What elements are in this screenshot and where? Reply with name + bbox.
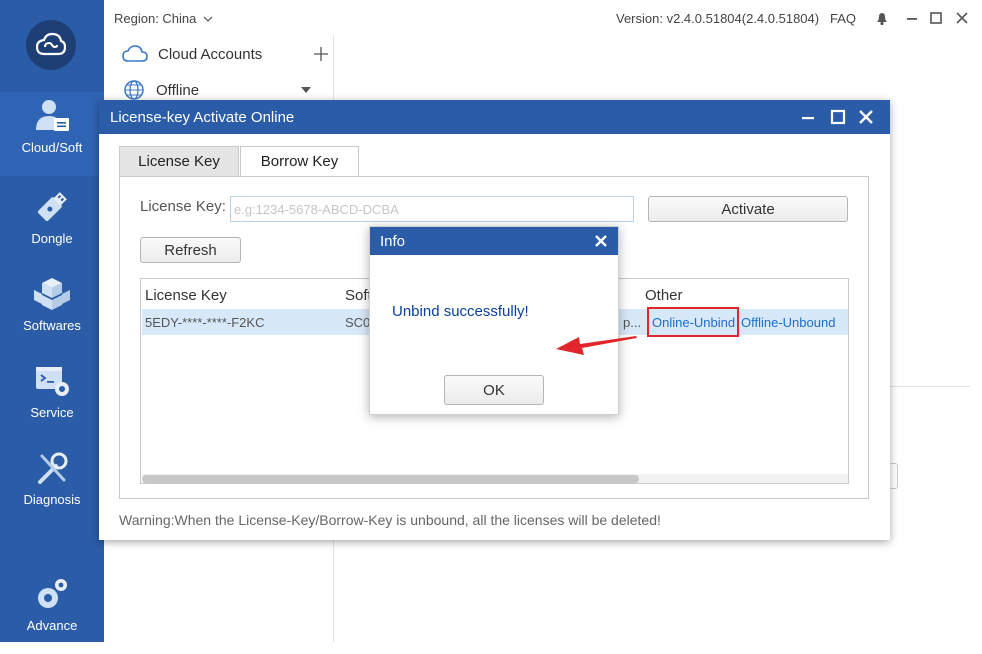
column-header-other: Other xyxy=(645,287,683,304)
cell-truncated: p... xyxy=(623,315,642,330)
bell-icon[interactable] xyxy=(874,10,890,26)
maximize-icon[interactable] xyxy=(829,108,847,126)
app-logo xyxy=(26,20,76,70)
nav-label: Softwares xyxy=(23,318,81,333)
dialog-title: License-key Activate Online xyxy=(110,109,295,126)
cell-soft: SC0 xyxy=(345,315,371,330)
region-selector[interactable]: Region: China xyxy=(114,11,213,26)
chevron-down-icon xyxy=(203,16,213,22)
nav-advance[interactable]: Advance xyxy=(0,570,104,654)
license-key-label: License Key: xyxy=(140,198,226,215)
globe-icon xyxy=(124,80,144,100)
license-key-input[interactable] xyxy=(230,196,634,222)
column-header-license-key: License Key xyxy=(145,287,227,304)
left-navigation: Cloud/Soft Dongle Softwares Service Diag… xyxy=(0,0,104,642)
cubes-icon xyxy=(34,278,70,310)
nav-service[interactable]: Service xyxy=(0,357,104,441)
top-bar: Region: China Version: v2.4.0.51804(2.4.… xyxy=(104,0,982,36)
offline-unbound-link[interactable]: Offline-Unbound xyxy=(741,315,835,330)
version-label: Version: v2.4.0.51804(2.4.0.51804) xyxy=(616,11,820,26)
tab-license-key[interactable]: License Key xyxy=(119,146,239,176)
add-icon[interactable] xyxy=(314,47,329,61)
nav-cloud-soft[interactable]: Cloud/Soft xyxy=(0,92,104,176)
nav-label: Cloud/Soft xyxy=(21,140,83,155)
wrench-screwdriver-icon xyxy=(38,452,68,484)
nav-softwares[interactable]: Softwares xyxy=(0,270,104,354)
dialog-titlebar: License-key Activate Online xyxy=(99,100,890,134)
tab-borrow-key[interactable]: Borrow Key xyxy=(240,146,359,176)
nav-label: Advance xyxy=(26,618,78,633)
gears-icon xyxy=(38,579,67,608)
cloud-accounts-row[interactable]: Cloud Accounts xyxy=(122,41,332,67)
close-icon[interactable] xyxy=(857,108,875,126)
minimize-icon[interactable] xyxy=(904,10,920,26)
region-label: Region: China xyxy=(114,11,197,26)
info-titlebar: Info xyxy=(370,227,618,255)
user-card-icon xyxy=(36,100,69,131)
info-title: Info xyxy=(380,233,406,250)
cloud-icon xyxy=(122,45,148,62)
maximize-icon[interactable] xyxy=(928,10,944,26)
warning-text: Warning:When the License-Key/Borrow-Key … xyxy=(119,512,661,528)
nav-dongle[interactable]: Dongle xyxy=(0,183,104,267)
refresh-button[interactable]: Refresh xyxy=(140,237,241,263)
info-message: Unbind successfully! xyxy=(392,303,529,320)
cloud-accounts-label: Cloud Accounts xyxy=(158,45,263,63)
close-icon[interactable] xyxy=(954,10,970,26)
faq-link[interactable]: FAQ xyxy=(830,11,856,26)
column-header-soft: Soft xyxy=(345,287,372,304)
minimize-icon[interactable] xyxy=(799,108,817,126)
cloud-logo-icon xyxy=(36,32,66,56)
activate-button[interactable]: Activate xyxy=(648,196,848,222)
offline-label: Offline xyxy=(156,81,200,99)
ok-button[interactable]: OK xyxy=(444,375,544,405)
horizontal-scrollbar-thumb[interactable] xyxy=(142,475,639,483)
nav-label: Service xyxy=(30,405,74,420)
nav-label: Dongle xyxy=(31,231,73,246)
cell-license-key: 5EDY-****-****-F2KC xyxy=(145,315,265,330)
terminal-gear-icon xyxy=(36,367,69,396)
caret-down-icon[interactable] xyxy=(301,87,312,93)
close-icon[interactable] xyxy=(593,233,609,249)
highlight-annotation xyxy=(647,307,739,337)
nav-label: Diagnosis xyxy=(23,492,81,507)
info-dialog: Info Unbind successfully! OK xyxy=(369,226,619,415)
nav-diagnosis[interactable]: Diagnosis xyxy=(0,444,104,528)
usb-dongle-icon xyxy=(37,192,67,222)
